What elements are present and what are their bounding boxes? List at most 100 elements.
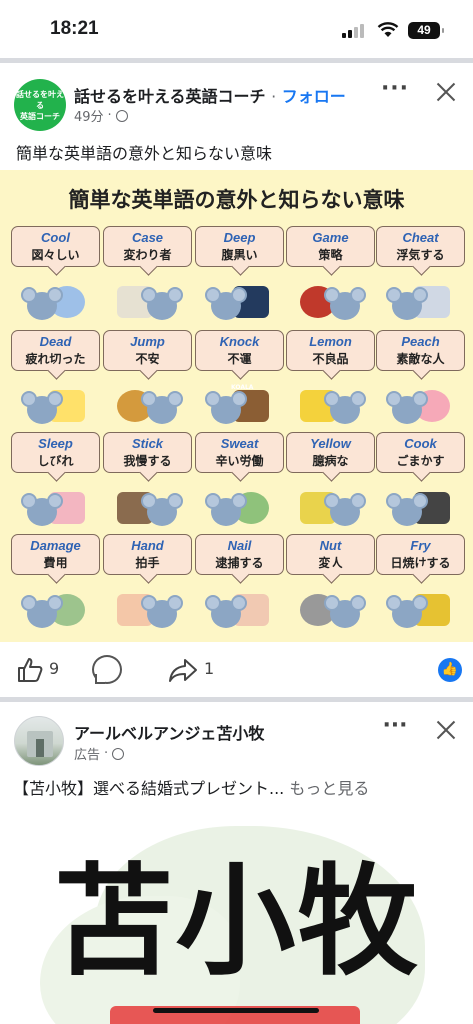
page-name-link[interactable]: 話せるを叶える英語コーチ	[74, 87, 266, 106]
status-time: 18:21	[50, 18, 99, 39]
share-count: 1	[204, 659, 215, 678]
word-meaning: 浮気する	[396, 248, 445, 262]
koala-illustration	[113, 276, 183, 328]
post-header-title: 話せるを叶える英語コーチ · フォロー	[74, 83, 346, 107]
feed-divider	[0, 58, 473, 63]
word-card-cook: Cook ごまかす	[376, 432, 465, 473]
word-english: Jump	[130, 334, 165, 349]
word-meaning: 不運	[227, 352, 252, 366]
word-english: Nail	[227, 538, 252, 553]
close-icon[interactable]	[432, 716, 460, 744]
word-card-stick: Stick 我慢する	[103, 432, 192, 473]
koala-illustration	[113, 482, 183, 534]
koala-illustration	[296, 584, 366, 636]
ad-headline: 苫小牧	[53, 853, 420, 992]
word-english: Case	[131, 230, 164, 245]
home-indicator[interactable]	[153, 1008, 319, 1013]
see-more-link[interactable]: もっと見る	[289, 779, 369, 798]
post-time[interactable]: 49分	[74, 106, 104, 125]
koala-illustration	[386, 380, 456, 432]
koala-illustration	[296, 482, 366, 534]
close-icon[interactable]	[432, 78, 460, 106]
word-card-sweat: Sweat 辛い労働	[195, 432, 284, 473]
word-card-nut: Nut 変人	[286, 534, 375, 575]
word-english: Stick	[131, 436, 164, 451]
ad-text: 【苫小牧】選べる結婚式プレゼント... もっと見る	[13, 775, 369, 799]
word-english: Yellow	[310, 436, 351, 451]
word-english: Sweat	[220, 436, 259, 451]
word-meaning: ごまかす	[396, 454, 445, 468]
advertiser-name[interactable]: アールベルアンジェ苫小牧	[74, 720, 264, 744]
word-meaning: 日焼けする	[390, 556, 451, 570]
post-text: 簡単な英単語の意外と知らない意味	[16, 144, 273, 163]
share-icon[interactable]	[168, 656, 198, 684]
word-card-cheat: Cheat 浮気する	[376, 226, 465, 267]
word-card-deep: Deep 腹黒い	[195, 226, 284, 267]
wifi-icon	[377, 22, 399, 37]
word-english: Game	[312, 230, 349, 245]
word-english: Deep	[223, 230, 256, 245]
word-card-lemon: Lemon 不良品	[286, 330, 375, 371]
koala-illustration	[386, 584, 456, 636]
word-card-cool: Cool 図々しい	[11, 226, 100, 267]
meta-dot: ·	[107, 108, 112, 123]
post-image[interactable]: 簡単な英単語の意外と知らない意味 Cool 図々しい Case 変わり者 Deep 腹黒い…	[0, 170, 473, 642]
word-english: Cheat	[402, 230, 439, 245]
word-english: Nut	[319, 538, 342, 553]
word-card-sleep: Sleep しびれ	[11, 432, 100, 473]
koala-illustration	[21, 482, 91, 534]
word-meaning: 不良品	[312, 352, 349, 366]
koala-illustration	[113, 584, 183, 636]
word-card-game: Game 策略	[286, 226, 375, 267]
like-count: 9	[49, 659, 60, 678]
word-meaning: 腹黒い	[221, 248, 258, 262]
like-reaction-icon[interactable]: 👍	[438, 658, 462, 682]
word-english: Cook	[404, 436, 437, 451]
koala-illustration	[205, 584, 275, 636]
word-meaning: 策略	[318, 248, 343, 262]
globe-icon	[115, 109, 128, 122]
koala-illustration	[21, 276, 91, 328]
koala-illustration	[205, 482, 275, 534]
word-meaning: 費用	[43, 556, 68, 570]
word-meaning: 辛い労働	[215, 454, 264, 468]
koala-illustration	[205, 276, 275, 328]
feed-divider	[0, 697, 473, 702]
advertiser-avatar[interactable]	[14, 716, 64, 766]
word-card-case: Case 変わり者	[103, 226, 192, 267]
avatar-text-line: 英語コーチ	[20, 111, 60, 121]
word-card-fry: Fry 日焼けする	[376, 534, 465, 575]
post-meta: 49分 ·	[74, 106, 128, 125]
more-options-icon[interactable]: ···	[380, 78, 410, 104]
word-card-dead: Dead 疲れ切った	[11, 330, 100, 371]
follow-button[interactable]: フォロー	[282, 87, 346, 106]
word-meaning: 疲れ切った	[25, 352, 86, 366]
infographic-title: 簡単な英単語の意外と知らない意味	[68, 188, 405, 212]
cellular-signal-icon	[342, 24, 366, 38]
sponsored-label: 広告	[74, 748, 101, 763]
ad-image[interactable]: 苫小牧	[0, 806, 473, 1024]
word-meaning: 我慢する	[123, 454, 172, 468]
word-card-damage: Damage 費用	[11, 534, 100, 575]
globe-icon	[112, 747, 125, 760]
koala-illustration	[113, 380, 183, 432]
like-icon[interactable]	[16, 656, 44, 684]
reaction-bar: 9 1 👍	[0, 642, 473, 698]
sign-text: KOALA	[231, 384, 254, 391]
word-english: Peach	[401, 334, 440, 349]
page-avatar[interactable]: 話せるを叶える 英語コーチ	[14, 79, 66, 131]
more-options-icon[interactable]: ···	[380, 715, 410, 741]
word-english: Lemon	[309, 334, 352, 349]
word-english: Hand	[131, 538, 164, 553]
word-meaning: 拍手	[135, 556, 160, 570]
word-card-hand: Hand 拍手	[103, 534, 192, 575]
comment-icon[interactable]	[92, 655, 122, 684]
koala-illustration: KOALA	[205, 380, 275, 432]
word-meaning: 不安	[135, 352, 160, 366]
word-meaning: 変人	[318, 556, 343, 570]
word-meaning: 素敵な人	[396, 352, 445, 366]
word-card-jump: Jump 不安	[103, 330, 192, 371]
meta-dot: ·	[104, 746, 109, 761]
word-meaning: 臆病な	[312, 454, 349, 468]
battery-icon: 49	[408, 22, 444, 39]
